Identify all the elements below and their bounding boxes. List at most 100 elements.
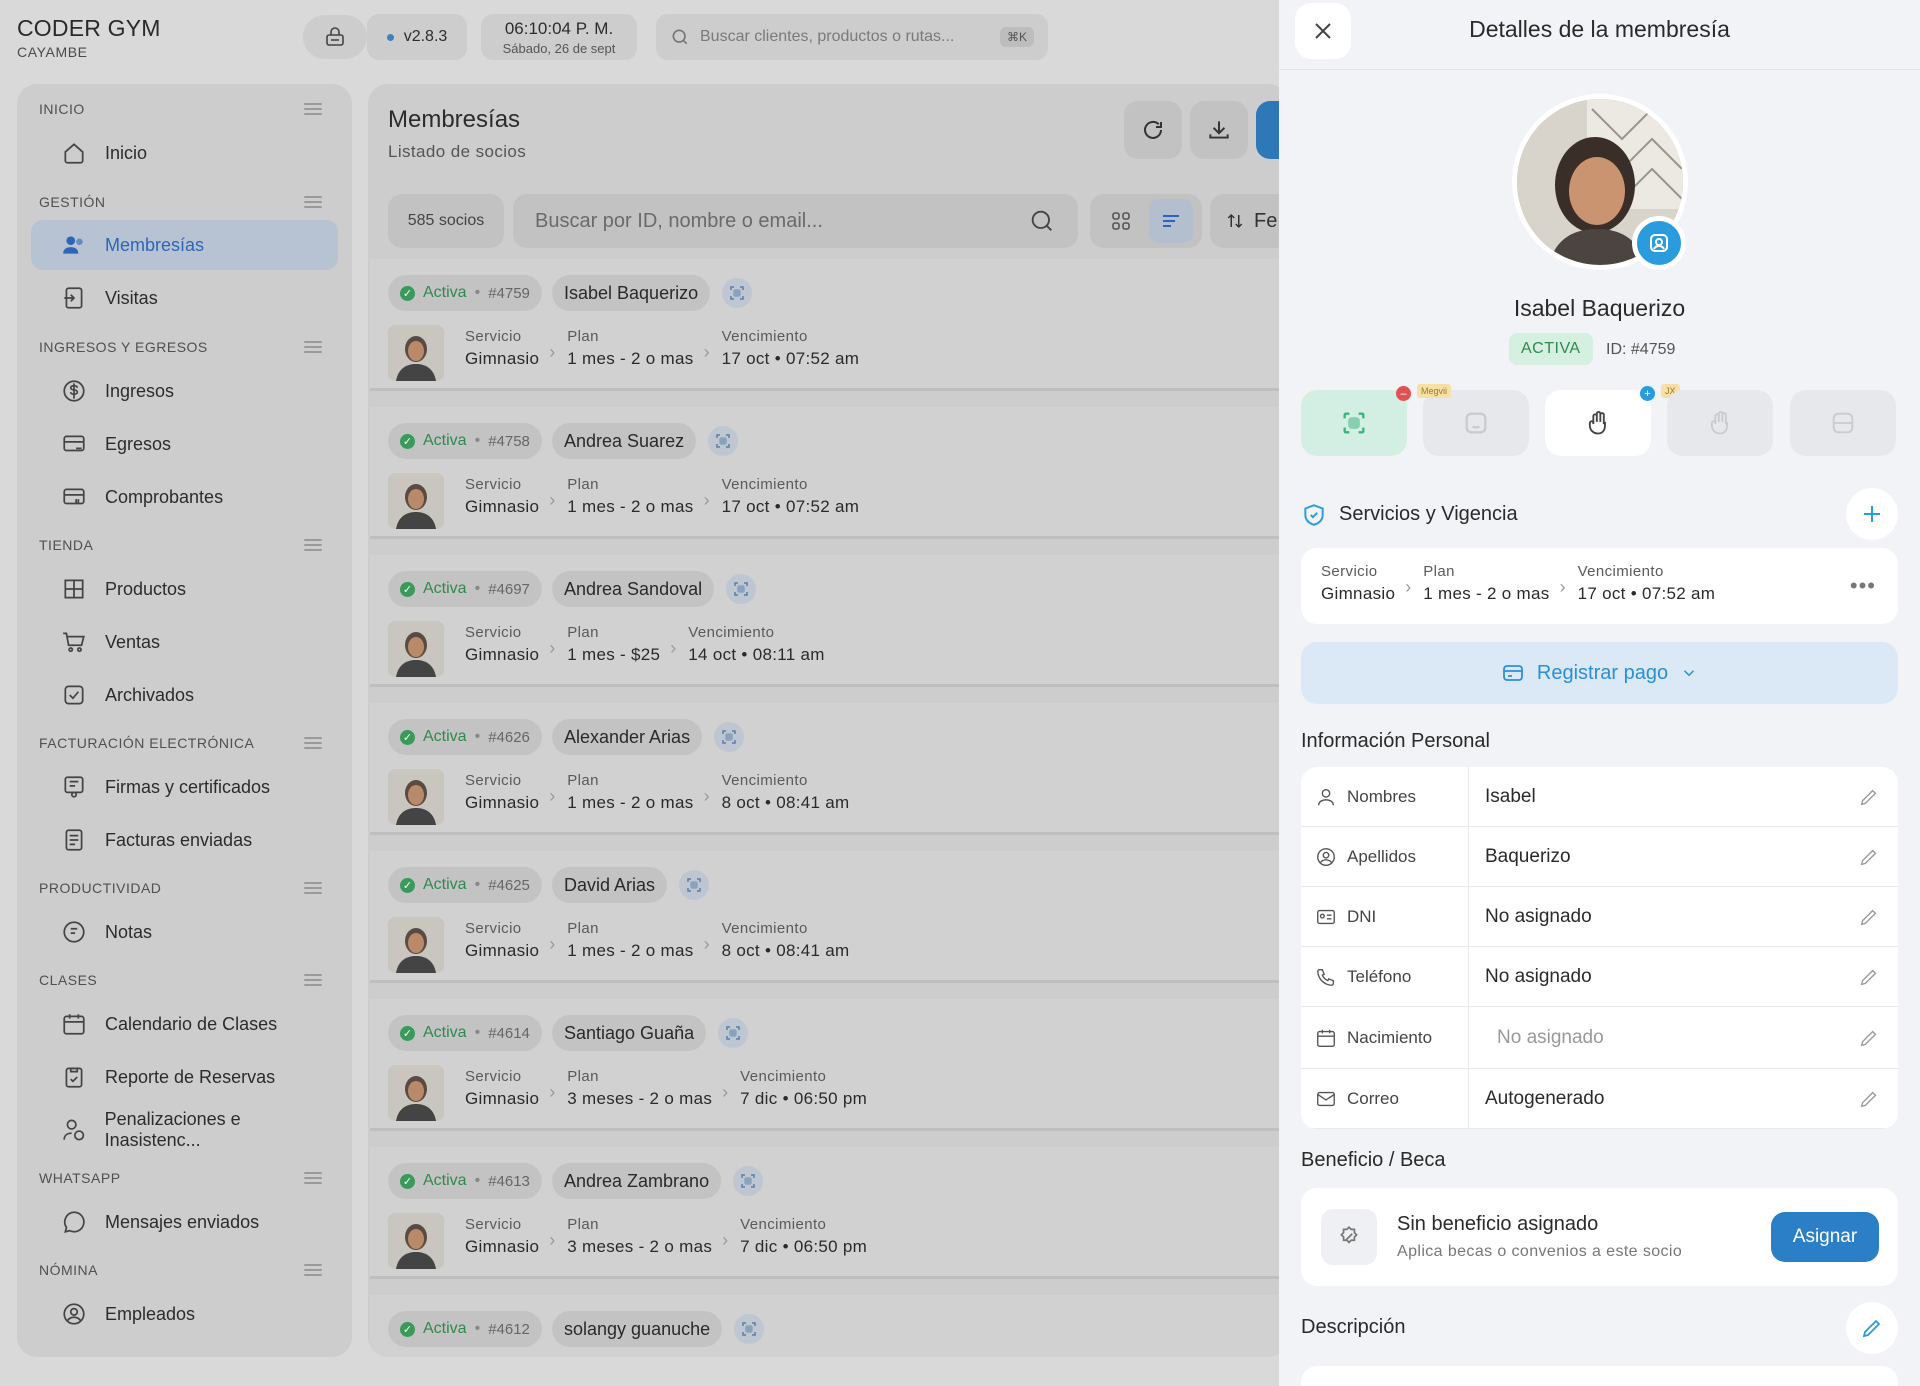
sidebar-item-label: Reporte de Reservas <box>105 1066 276 1087</box>
sidebar-item-mensajes[interactable]: Mensajes enviados <box>31 1197 338 1247</box>
info-label-text: Correo <box>1347 1088 1399 1108</box>
menu-icon[interactable] <box>304 536 322 554</box>
grid-view-button[interactable] <box>1099 199 1143 243</box>
member-name[interactable]: Andrea Zambrano <box>552 1163 722 1199</box>
chevron-right-icon: › <box>549 934 556 954</box>
change-photo-button[interactable] <box>1632 216 1686 270</box>
member-card[interactable]: ✓ Activa • #4758 Andrea Suarez Servicio G… <box>370 407 1288 539</box>
add-service-button[interactable] <box>1846 488 1898 540</box>
face-megvii-button[interactable] <box>1423 390 1529 456</box>
pencil-icon[interactable] <box>1858 966 1880 988</box>
sidebar-item-calendario[interactable]: Calendario de Clases <box>31 999 338 1049</box>
sidebar-item-penalizaciones[interactable]: Penalizaciones e Inasistenc... <box>31 1105 338 1155</box>
member-id: #4614 <box>488 1024 530 1042</box>
sidebar-item-reporte[interactable]: Reporte de Reservas <box>31 1052 338 1102</box>
remove-face-icon[interactable]: – <box>1396 386 1411 401</box>
member-name[interactable]: David Arias <box>552 867 668 903</box>
sidebar-item-egresos[interactable]: Egresos <box>31 419 338 469</box>
global-search-input[interactable]: Buscar clientes, productos o rutas... <box>700 28 954 46</box>
menu-icon[interactable] <box>304 1261 322 1279</box>
chevron-right-icon: › <box>549 638 556 658</box>
sidebar-item-ventas[interactable]: Ventas <box>31 617 338 667</box>
sidebar-item-label: Ingresos <box>105 380 175 401</box>
menu-icon[interactable] <box>304 1169 322 1187</box>
field-label: Plan <box>1423 563 1455 580</box>
mail-icon <box>1317 1091 1335 1106</box>
sort-button[interactable]: Fe <box>1210 194 1288 248</box>
discount-icon <box>1321 1209 1377 1265</box>
member-search-input[interactable]: Buscar por ID, nombre o email... <box>535 210 823 233</box>
sidebar-item-facturas[interactable]: Facturas enviadas <box>31 815 338 865</box>
sidebar-item-inicio[interactable]: Inicio <box>31 128 338 178</box>
face-registered-icon <box>718 1018 748 1048</box>
sidebar-item-notas[interactable]: Notas <box>31 907 338 957</box>
menu-icon[interactable] <box>304 100 322 118</box>
member-name[interactable]: Andrea Sandoval <box>552 571 715 607</box>
member-card[interactable]: ✓ Activa • #4613 Andrea Zambrano Servici… <box>370 1147 1288 1279</box>
menu-icon[interactable] <box>304 879 322 897</box>
member-name[interactable]: Andrea Suarez <box>552 423 697 459</box>
expiry-value: 7 dic • 06:50 pm <box>740 1089 868 1108</box>
member-name[interactable]: Alexander Arias <box>552 719 703 755</box>
sidebar-item-membresias[interactable]: Membresías <box>31 220 338 270</box>
menu-icon[interactable] <box>304 338 322 356</box>
member-id: #4612 <box>488 1320 530 1338</box>
add-palm-icon[interactable]: + <box>1640 386 1655 401</box>
pencil-icon[interactable] <box>1858 1027 1880 1049</box>
cash-register-button[interactable] <box>303 15 367 59</box>
menu-icon[interactable] <box>304 193 322 211</box>
sidebar-item-productos[interactable]: Productos <box>31 564 338 614</box>
info-row-correo: Correo Autogenerado <box>1301 1069 1898 1129</box>
sidebar-item-firmas[interactable]: Firmas y certificados <box>31 762 338 812</box>
pencil-icon[interactable] <box>1858 786 1880 808</box>
edit-description-button[interactable] <box>1846 1302 1898 1354</box>
member-card[interactable]: ✓ Activa • #4626 Alexander Arias Servici… <box>370 703 1288 835</box>
member-search[interactable]: Buscar por ID, nombre o email... <box>513 194 1078 248</box>
sidebar-item-visitas[interactable]: Visitas <box>31 273 338 323</box>
member-name[interactable]: solangy guanuche <box>552 1311 723 1347</box>
pencil-icon[interactable] <box>1858 1088 1880 1110</box>
member-card[interactable]: ✓ Activa • #4614 Santiago Guaña Servicio… <box>370 999 1288 1131</box>
menu-icon[interactable] <box>304 734 322 752</box>
register-payment-button[interactable]: Registrar pago <box>1301 642 1898 704</box>
member-card[interactable]: ✓ Activa • #4612 solangy guanuche <box>370 1295 1288 1357</box>
member-name[interactable]: Santiago Guaña <box>552 1015 707 1051</box>
palm-jx-button[interactable] <box>1667 390 1773 456</box>
download-button[interactable] <box>1190 101 1248 159</box>
login-icon <box>64 287 83 309</box>
expiry-value: 17 oct • 07:52 am <box>721 497 860 516</box>
palm-enroll-button[interactable] <box>1545 390 1651 456</box>
info-label-text: DNI <box>1347 906 1377 926</box>
member-card[interactable]: ✓ Activa • #4625 David Arias Servicio Gim… <box>370 851 1288 983</box>
member-name[interactable]: Isabel Baquerizo <box>552 275 711 311</box>
face-enroll-button[interactable] <box>1301 390 1407 456</box>
pencil-icon[interactable] <box>1858 906 1880 928</box>
field-label: Servicio <box>465 624 522 641</box>
assign-button[interactable]: Asignar <box>1771 1212 1879 1262</box>
more-options-button[interactable]: ••• <box>1850 573 1876 599</box>
global-search[interactable]: Buscar clientes, productos o rutas... ⌘K <box>656 14 1048 60</box>
member-thumbnail <box>388 1065 444 1121</box>
expiry-value: 7 dic • 06:50 pm <box>740 1237 868 1256</box>
section-inicio: INICIO <box>39 101 85 117</box>
chevron-right-icon: › <box>1559 577 1566 597</box>
sidebar-item-ingresos[interactable]: Ingresos <box>31 366 338 416</box>
user-circle-icon <box>1317 847 1335 866</box>
list-view-button[interactable] <box>1149 199 1193 243</box>
plan-value: 1 mes - 2 o mas <box>567 349 694 368</box>
palm-icon <box>1588 411 1606 435</box>
info-row-nacimiento: Nacimiento No asignado <box>1301 1007 1898 1069</box>
menu-icon[interactable] <box>304 971 322 989</box>
benefit-title: Beneficio / Beca <box>1301 1149 1446 1171</box>
member-card[interactable]: ✓ Activa • #4697 Andrea Sandoval Servici… <box>370 555 1288 687</box>
chevron-right-icon: › <box>549 1230 556 1250</box>
card-enroll-button[interactable] <box>1790 390 1896 456</box>
sidebar-item-comprobantes[interactable]: Comprobantes <box>31 472 338 522</box>
pencil-icon[interactable] <box>1858 846 1880 868</box>
face-registered-icon <box>722 278 752 308</box>
separator: • <box>474 580 481 597</box>
member-card[interactable]: ✓ Activa • #4759 Isabel Baquerizo Servic… <box>370 259 1288 391</box>
sidebar-item-archivados[interactable]: Archivados <box>31 670 338 720</box>
refresh-button[interactable] <box>1124 101 1182 159</box>
sidebar-item-empleados[interactable]: Empleados <box>31 1289 338 1339</box>
